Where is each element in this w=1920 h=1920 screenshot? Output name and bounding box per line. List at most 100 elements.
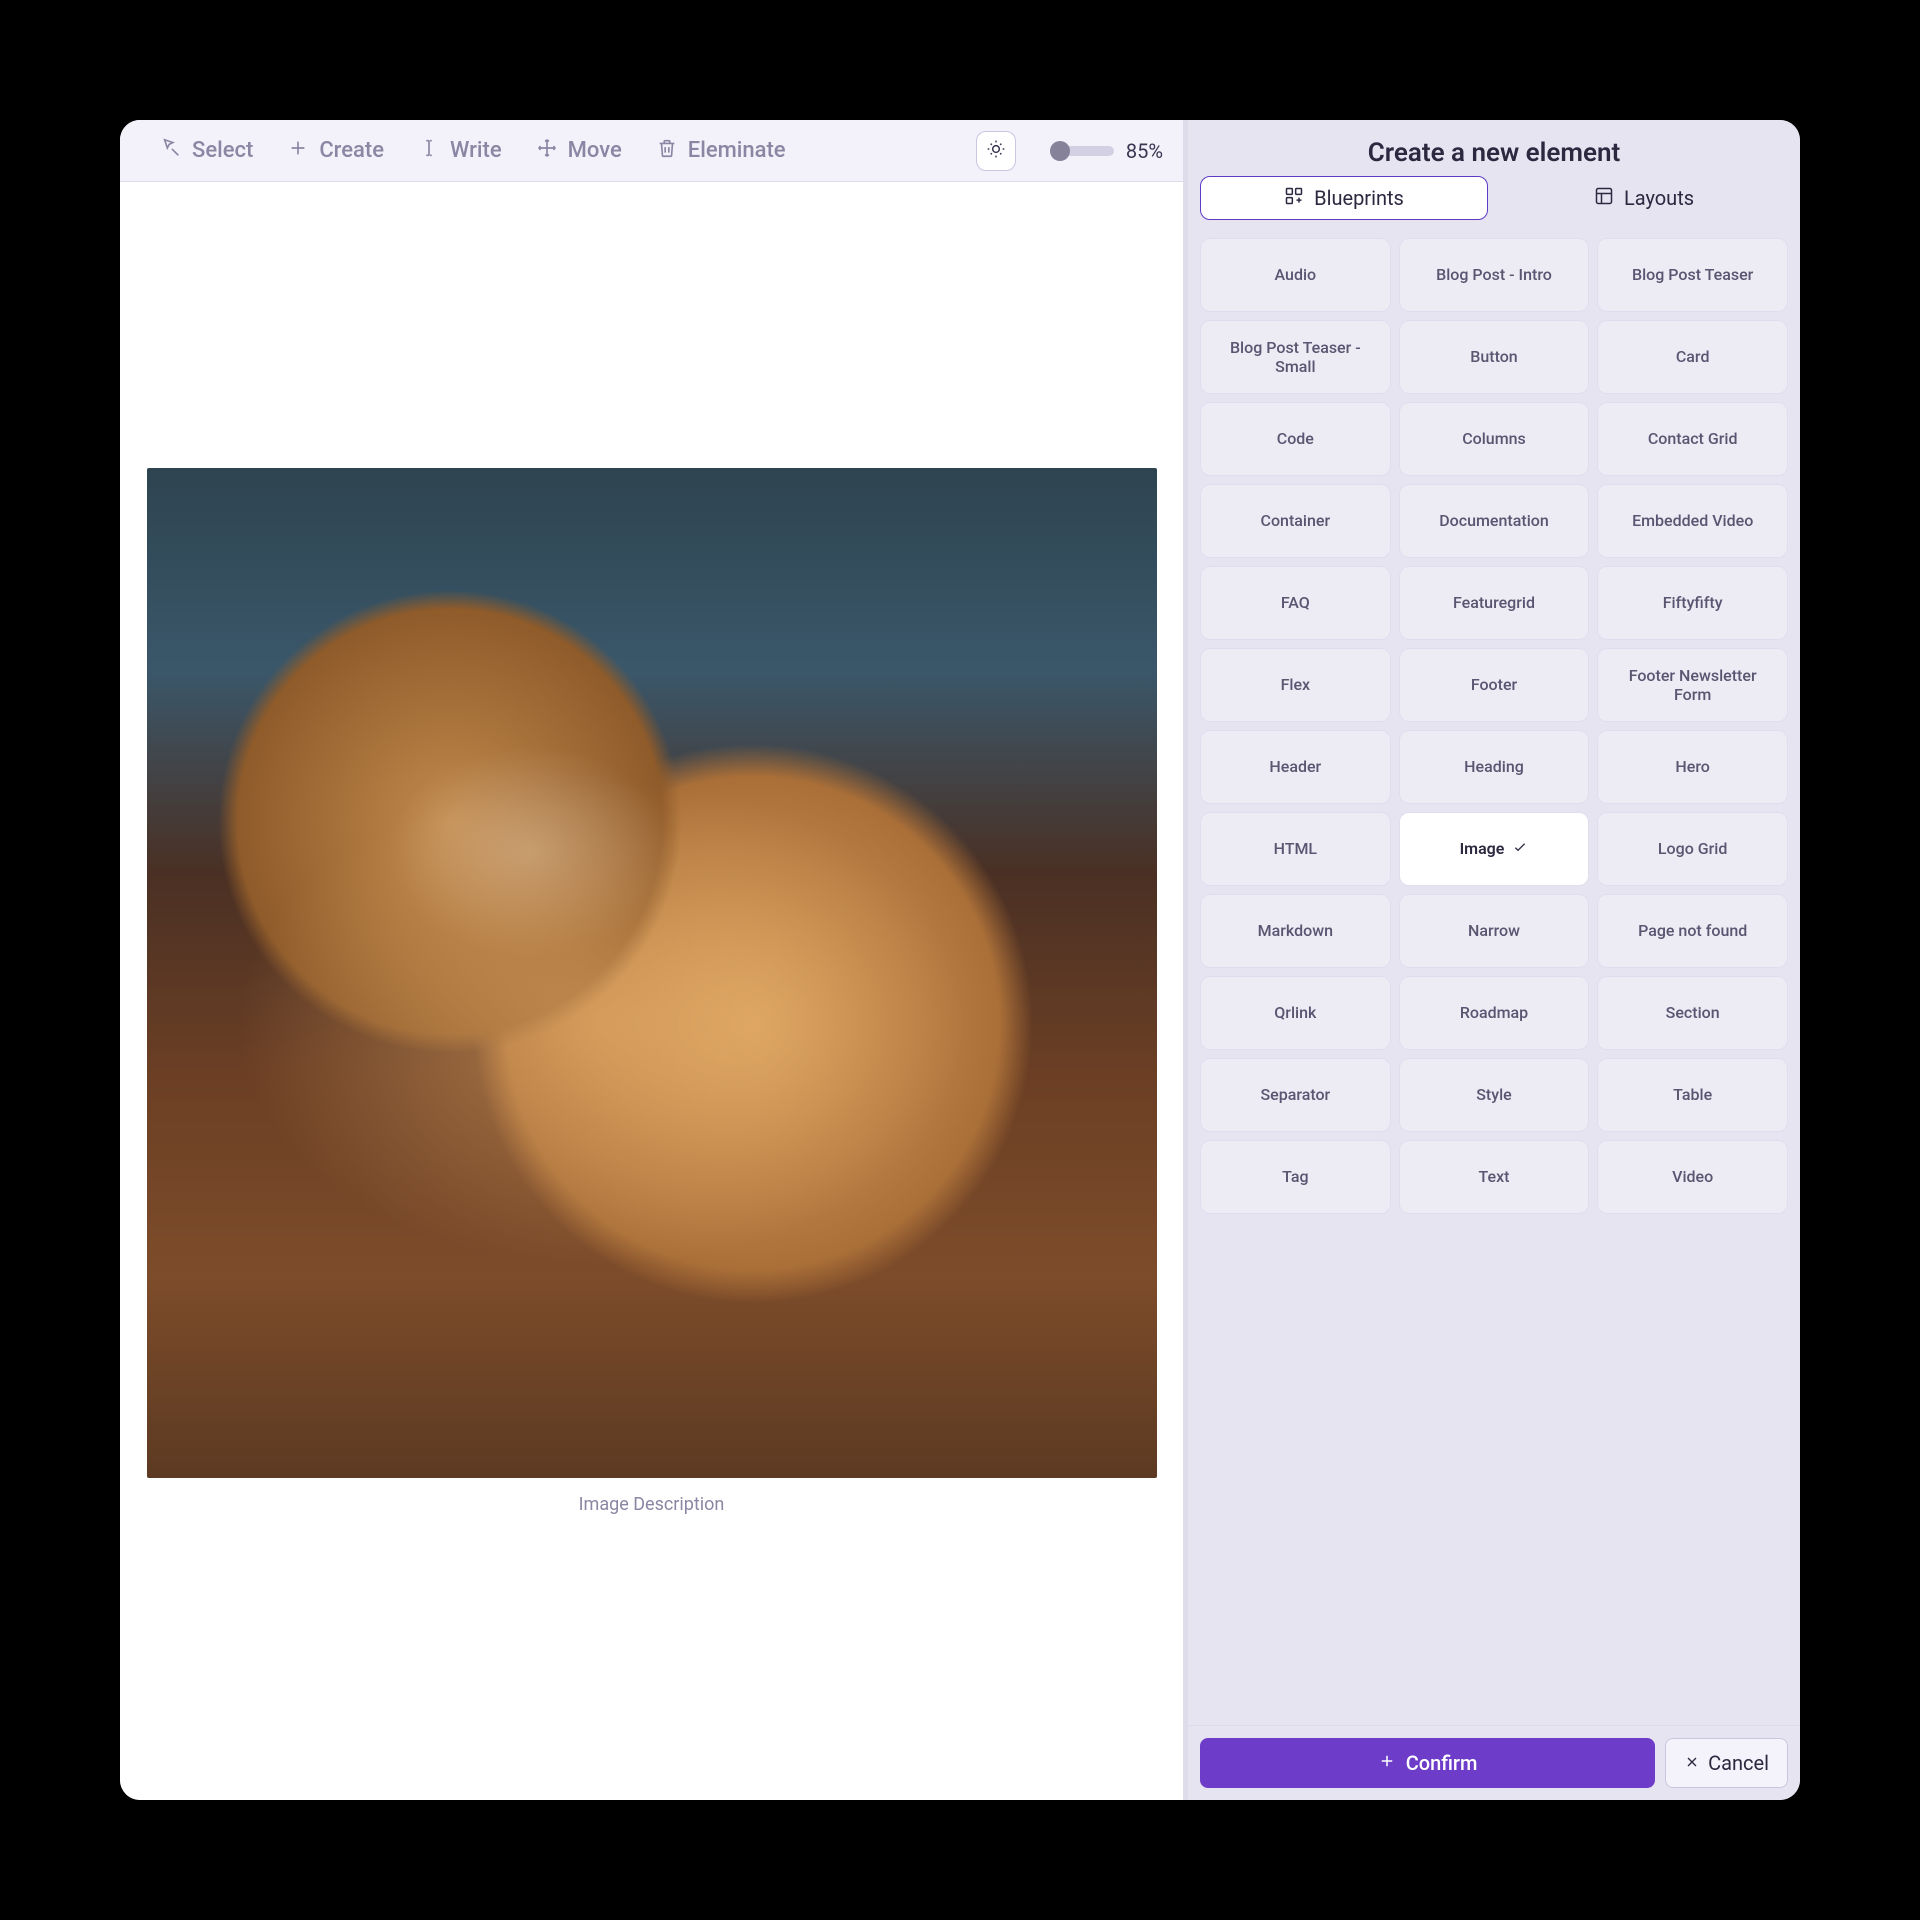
blueprint-tile-label: Qrlink xyxy=(1274,1003,1316,1022)
blueprint-tile-label: Style xyxy=(1476,1085,1512,1104)
plus-icon xyxy=(1378,1751,1396,1775)
blueprint-tile-label: Markdown xyxy=(1258,921,1333,940)
tool-select[interactable]: Select xyxy=(160,137,253,165)
tool-create[interactable]: Create xyxy=(287,137,384,165)
panel-title: Create a new element xyxy=(1188,120,1800,176)
blueprint-tile[interactable]: Embedded Video xyxy=(1597,484,1788,558)
theme-toggle[interactable] xyxy=(976,131,1016,171)
zoom-slider-thumb[interactable] xyxy=(1050,141,1070,161)
blueprint-tile[interactable]: Text xyxy=(1399,1140,1590,1214)
tool-eliminate[interactable]: Eleminate xyxy=(656,137,786,165)
blueprint-tile[interactable]: Card xyxy=(1597,320,1788,394)
blueprint-tile-label: Embedded Video xyxy=(1632,511,1753,530)
blueprint-tile[interactable]: Flex xyxy=(1200,648,1391,722)
blueprint-tile-label: Audio xyxy=(1275,265,1317,284)
plus-icon xyxy=(287,137,309,165)
sun-icon xyxy=(986,139,1006,163)
blueprint-tile[interactable]: Video xyxy=(1597,1140,1788,1214)
blueprint-tile-label: Container xyxy=(1261,511,1331,530)
blueprint-tile[interactable]: Columns xyxy=(1399,402,1590,476)
blueprint-tile[interactable]: Tag xyxy=(1200,1140,1391,1214)
blueprint-tile-label: Contact Grid xyxy=(1648,429,1738,448)
tool-move-label: Move xyxy=(568,138,622,163)
blueprint-tile[interactable]: Featuregrid xyxy=(1399,566,1590,640)
blueprint-tile[interactable]: Style xyxy=(1399,1058,1590,1132)
blueprint-tile[interactable]: Qrlink xyxy=(1200,976,1391,1050)
blueprint-tile-label: Blog Post Teaser - Small xyxy=(1211,338,1380,376)
blueprint-tile[interactable]: FAQ xyxy=(1200,566,1391,640)
blueprint-tile-label: Code xyxy=(1277,429,1314,448)
text-cursor-icon xyxy=(418,137,440,165)
layouts-icon xyxy=(1594,186,1614,211)
blueprint-tile-label: Table xyxy=(1673,1085,1712,1104)
blueprint-tile[interactable]: Page not found xyxy=(1597,894,1788,968)
blueprint-tile[interactable]: Blog Post Teaser xyxy=(1597,238,1788,312)
app-window: Select Create Write xyxy=(120,120,1800,1800)
trash-icon xyxy=(656,137,678,165)
blueprint-tile-label: Header xyxy=(1269,757,1321,776)
blueprint-tile[interactable]: Container xyxy=(1200,484,1391,558)
blueprint-tile[interactable]: Button xyxy=(1399,320,1590,394)
blueprint-tile[interactable]: Section xyxy=(1597,976,1788,1050)
blueprint-tile[interactable]: Image xyxy=(1399,812,1590,886)
tab-blueprints[interactable]: Blueprints xyxy=(1200,176,1488,220)
confirm-button-label: Confirm xyxy=(1406,1751,1478,1775)
blueprint-tile[interactable]: Markdown xyxy=(1200,894,1391,968)
blueprint-tile[interactable]: Contact Grid xyxy=(1597,402,1788,476)
blueprint-tile-label: Tag xyxy=(1282,1167,1308,1186)
blueprint-tile-label: Roadmap xyxy=(1460,1003,1528,1022)
blueprint-tile[interactable]: Table xyxy=(1597,1058,1788,1132)
blueprint-tile[interactable]: Roadmap xyxy=(1399,976,1590,1050)
cancel-button[interactable]: Cancel xyxy=(1665,1738,1788,1788)
blueprint-tile-label: HTML xyxy=(1274,839,1318,858)
tab-layouts[interactable]: Layouts xyxy=(1500,176,1788,220)
blueprint-tile-label: Section xyxy=(1666,1003,1720,1022)
tool-write[interactable]: Write xyxy=(418,137,502,165)
blueprint-grid: Audio Blog Post - Intro Blog Post Teaser Bl… xyxy=(1188,234,1800,1725)
blueprint-tile-label: Hero xyxy=(1675,757,1709,776)
blueprint-tile[interactable]: Code xyxy=(1200,402,1391,476)
blueprint-tile[interactable]: Blog Post Teaser - Small xyxy=(1200,320,1391,394)
blueprint-tile-label: Blog Post - Intro xyxy=(1436,265,1552,284)
blueprint-tile[interactable]: Footer Newsletter Form xyxy=(1597,648,1788,722)
blueprint-tile-label: Logo Grid xyxy=(1658,839,1728,858)
blueprint-tile-label: Narrow xyxy=(1468,921,1520,940)
editor-pane: Select Create Write xyxy=(120,120,1186,1800)
blueprint-tile[interactable]: Footer xyxy=(1399,648,1590,722)
canvas[interactable]: Image Description xyxy=(120,182,1183,1800)
tool-move[interactable]: Move xyxy=(536,137,622,165)
cancel-button-label: Cancel xyxy=(1708,1751,1769,1775)
blueprint-tile[interactable]: HTML xyxy=(1200,812,1391,886)
zoom-slider[interactable]: 85% xyxy=(1050,139,1163,163)
tool-select-label: Select xyxy=(192,138,253,163)
image-element[interactable]: Image Description xyxy=(147,468,1157,1515)
blueprint-tile-label: Page not found xyxy=(1638,921,1747,940)
blueprint-tile[interactable]: Blog Post - Intro xyxy=(1399,238,1590,312)
blueprint-tile[interactable]: Separator xyxy=(1200,1058,1391,1132)
blueprint-tile-label: Image xyxy=(1460,839,1505,858)
zoom-value: 85% xyxy=(1126,139,1163,163)
zoom-slider-track[interactable] xyxy=(1050,146,1114,156)
image-caption: Image Description xyxy=(147,1494,1157,1515)
blueprint-tile-label: Button xyxy=(1470,347,1517,366)
panel-tabs: Blueprints Layouts xyxy=(1188,176,1800,234)
panel-footer: Confirm Cancel xyxy=(1188,1725,1800,1800)
blueprint-tile-label: Footer Newsletter Form xyxy=(1608,666,1777,704)
confirm-button[interactable]: Confirm xyxy=(1200,1738,1655,1788)
blueprint-tile-label: Featuregrid xyxy=(1453,593,1535,612)
tab-layouts-label: Layouts xyxy=(1624,186,1694,210)
blueprint-tile[interactable]: Header xyxy=(1200,730,1391,804)
blueprint-tile-label: Card xyxy=(1676,347,1710,366)
blueprint-tile[interactable]: Hero xyxy=(1597,730,1788,804)
create-element-panel: Create a new element Blueprints Layouts … xyxy=(1186,120,1800,1800)
blueprint-tile[interactable]: Logo Grid xyxy=(1597,812,1788,886)
blueprint-tile[interactable]: Narrow xyxy=(1399,894,1590,968)
blueprint-tile[interactable]: Fiftyfifty xyxy=(1597,566,1788,640)
blueprint-tile[interactable]: Audio xyxy=(1200,238,1391,312)
image-placeholder xyxy=(147,468,1157,1478)
move-icon xyxy=(536,137,558,165)
close-icon xyxy=(1684,1751,1700,1775)
blueprint-tile[interactable]: Heading xyxy=(1399,730,1590,804)
blueprints-icon xyxy=(1284,186,1304,211)
blueprint-tile[interactable]: Documentation xyxy=(1399,484,1590,558)
